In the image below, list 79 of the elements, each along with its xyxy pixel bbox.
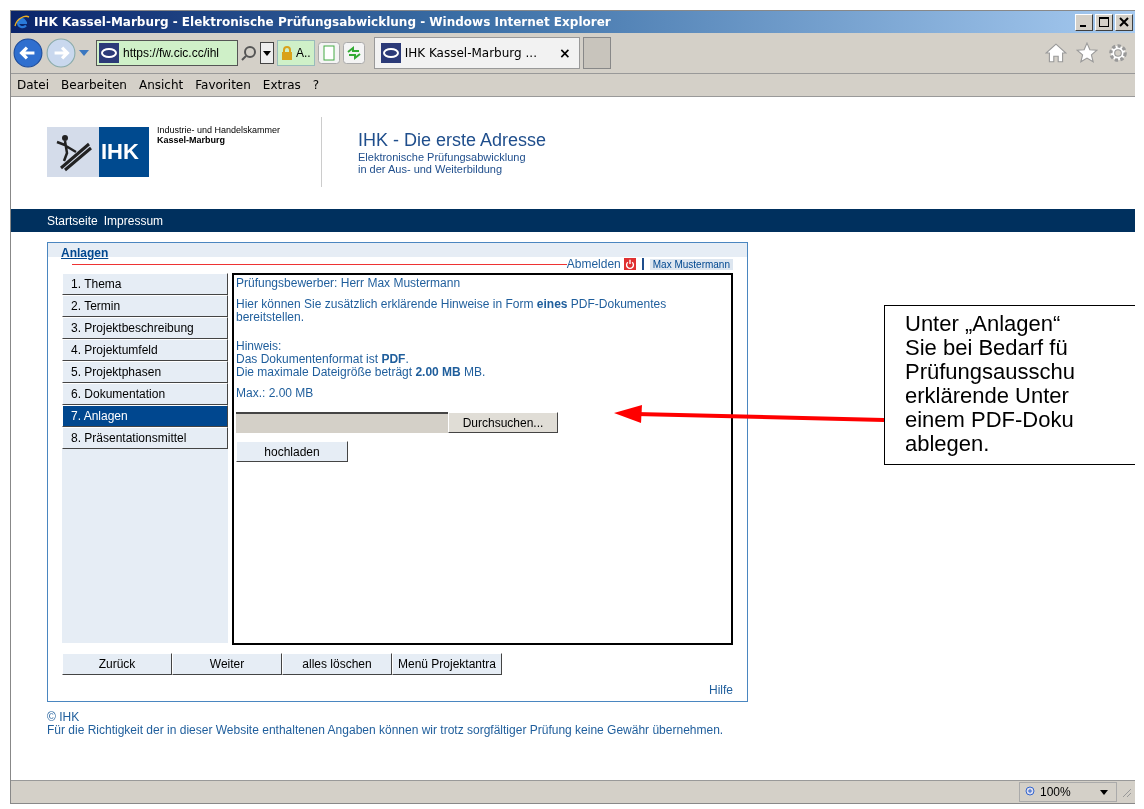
- step-tab[interactable]: 7. Anlagen: [62, 405, 228, 427]
- copyright-text: © IHK: [47, 711, 81, 724]
- site-subtitle: in der Aus- und Weiterbildung: [358, 162, 503, 175]
- dropdown-button[interactable]: [260, 42, 274, 64]
- maximize-button[interactable]: [1095, 13, 1113, 31]
- site-logo-icon: [380, 43, 401, 63]
- step-tab[interactable]: 5. Projektphasen: [62, 361, 228, 383]
- max-size-text: Max.: 2.00 MB: [236, 387, 315, 400]
- browse-button[interactable]: Durchsuchen...: [448, 412, 558, 433]
- security-label: A..: [296, 46, 311, 60]
- star-icon[interactable]: [1076, 42, 1098, 64]
- minimize-button[interactable]: [1075, 13, 1093, 31]
- callout-text: einem PDF-Doku: [905, 408, 1074, 432]
- caret-icon: [1100, 789, 1108, 795]
- step-tab[interactable]: 6. Dokumentation: [62, 383, 228, 405]
- close-icon: [1119, 17, 1129, 27]
- resize-grip-icon[interactable]: [1120, 786, 1132, 798]
- form-button[interactable]: Zurück: [62, 653, 172, 675]
- form-button[interactable]: Menü Projektantra: [392, 653, 502, 675]
- tab-label: IHK Kassel-Marburg ...: [404, 46, 537, 60]
- callout-text: ablegen.: [905, 432, 990, 456]
- menu-item[interactable]: Extras: [262, 78, 301, 92]
- step-tab[interactable]: 1. Thema: [62, 273, 228, 295]
- nav-link[interactable]: Impressum: [103, 213, 164, 228]
- padlock-icon: [281, 46, 293, 60]
- callout-text: erklärende Unter: [905, 384, 1069, 408]
- step-tab[interactable]: 4. Projektumfeld: [62, 339, 228, 361]
- step-tab[interactable]: 2. Termin: [62, 295, 228, 317]
- intro-text: Hier können Sie zusätzlich erklärende Hinweise in Form eines PDF-Dokumentes bereitstellen.: [236, 298, 668, 324]
- new-tab-button[interactable]: [582, 37, 611, 69]
- power-icon[interactable]: [623, 258, 636, 270]
- zoom-control[interactable]: 100%: [1019, 782, 1117, 802]
- size-text: Die maximale Dateigröße beträgt 2.00 MB MB.: [236, 366, 487, 379]
- help-link[interactable]: Hilfe: [709, 683, 733, 697]
- applicant-text: Prüfungsbewerber: Herr Max Mustermann: [236, 277, 462, 290]
- site-title: IHK - Die erste Adresse: [358, 129, 547, 151]
- format-text: Das Dokumentenformat ist PDF.: [236, 353, 410, 366]
- disclaimer-text: Für die Richtigkeit der in dieser Website enthaltenen Angaben können wir trotz sorgfältiger Prüfung keine Gewähr übernehmen.: [47, 724, 725, 737]
- site-logo-icon: [99, 43, 119, 63]
- organization-name: Industrie- und Handelskammer: [157, 125, 282, 135]
- callout-text: Unter „Anlagen“: [905, 312, 1061, 336]
- site-subtitle: Elektronische Prüfungsabwicklung: [358, 150, 527, 163]
- menu-item[interactable]: Ansicht: [138, 78, 184, 92]
- document-icon[interactable]: [317, 42, 340, 64]
- menu-item[interactable]: Datei: [17, 78, 49, 92]
- logout-link[interactable]: Abmelden: [566, 257, 621, 271]
- window-title: IHK Kassel-Marburg - Elektronische Prüfungsabwicklung - Windows Internet Explorer: [34, 15, 612, 29]
- address-bar[interactable]: https://fw.cic.cc/ihl: [96, 40, 238, 66]
- browser-logo-icon: [14, 14, 30, 30]
- menu-item[interactable]: Bearbeiten: [61, 78, 127, 92]
- page-title-link[interactable]: Anlagen: [61, 246, 109, 260]
- browser-tab[interactable]: IHK Kassel-Marburg ... ×: [373, 37, 580, 69]
- dropdown-arrow-icon[interactable]: [79, 50, 89, 56]
- minimize-icon: [1080, 24, 1086, 27]
- security-indicator[interactable]: A..: [277, 40, 315, 66]
- maximize-icon: [1099, 17, 1109, 27]
- settings-icon[interactable]: [1107, 42, 1129, 64]
- close-button[interactable]: [1115, 13, 1133, 31]
- file-input-field[interactable]: [236, 412, 448, 433]
- upload-button[interactable]: hochladen: [236, 441, 348, 462]
- form-button[interactable]: alles löschen: [282, 653, 392, 675]
- hint-label: Hinweis:: [236, 340, 283, 353]
- search-icon[interactable]: [241, 45, 257, 61]
- step-tab[interactable]: 8. Präsentationsmittel: [62, 427, 228, 449]
- user-name: Max Mustermann: [649, 258, 733, 270]
- step-tab[interactable]: 3. Projektbeschreibung: [62, 317, 228, 339]
- ihk-logo: IHK: [47, 127, 149, 177]
- menu-item[interactable]: ?: [312, 78, 320, 92]
- form-button[interactable]: Weiter: [172, 653, 282, 675]
- close-tab-button[interactable]: ×: [558, 45, 571, 61]
- callout-text: Sie bei Bedarf fü: [905, 336, 1068, 360]
- refresh-icon[interactable]: [342, 42, 365, 64]
- zoom-level: 100%: [1040, 785, 1071, 799]
- menu-item[interactable]: Favoriten: [195, 78, 251, 92]
- home-icon[interactable]: [1045, 42, 1067, 64]
- callout-text: Prüfungsausschu: [905, 360, 1075, 384]
- back-button[interactable]: [13, 38, 43, 68]
- organization-location: Kassel-Marburg: [157, 135, 227, 145]
- nav-link[interactable]: Startseite: [47, 213, 98, 228]
